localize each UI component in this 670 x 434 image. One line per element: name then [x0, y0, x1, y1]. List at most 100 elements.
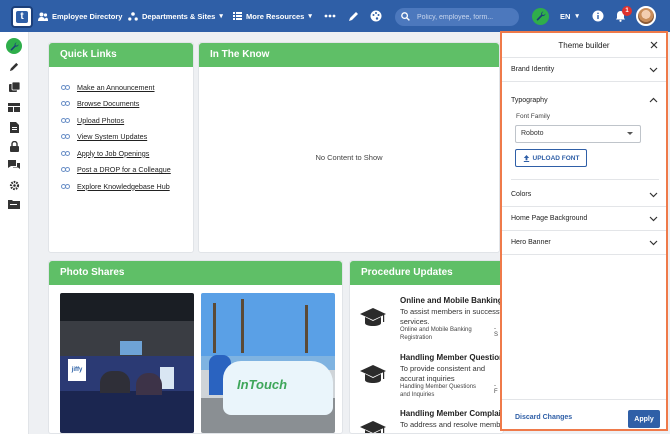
card-title: Quick Links — [49, 43, 193, 67]
gear-icon[interactable] — [7, 178, 21, 192]
chevron-down-icon: ▾ — [575, 13, 579, 20]
section-label: Colors — [511, 191, 532, 198]
quick-link[interactable]: Make an Announcement — [77, 83, 155, 92]
photo-thumbnail[interactable]: jiffy — [60, 293, 194, 433]
more-icon[interactable] — [322, 8, 338, 24]
list-icon — [233, 12, 242, 20]
in-the-know-card: In The Know No Content to Show — [198, 42, 500, 253]
document-icon[interactable] — [7, 120, 21, 134]
list-item[interactable]: Browse Documents — [61, 96, 193, 113]
quick-link[interactable]: Explore Knowledgebase Hub — [77, 182, 170, 191]
nav-label: Departments & Sites — [142, 11, 216, 21]
font-family-select[interactable]: Roboto — [515, 125, 641, 143]
procedure-meta-suffix: - F — [494, 383, 498, 395]
language-selector[interactable]: EN ▾ — [560, 0, 579, 32]
quick-link[interactable]: Post a DROP for a Colleague — [77, 165, 171, 174]
procedure-updates-card: Procedure Updates Online and Mobile Bank… — [349, 260, 504, 434]
wrench-icon[interactable] — [6, 38, 22, 54]
chat-icon[interactable] — [7, 158, 21, 172]
list-item[interactable]: View System Updates — [61, 129, 193, 146]
search-icon — [401, 11, 410, 23]
wrench-icon — [536, 11, 546, 23]
photo-shares-card: Photo Shares jiffy InTouch — [48, 260, 343, 434]
list-item[interactable]: Post a DROP for a Colleague — [61, 162, 193, 179]
link-icon — [61, 99, 70, 108]
section-brand-identity[interactable]: Brand Identity — [502, 57, 666, 82]
info-icon[interactable] — [590, 8, 606, 24]
procedure-description: To address and resolve member — [400, 420, 504, 429]
apply-button[interactable]: Apply — [628, 410, 660, 428]
list-item[interactable]: Make an Announcement — [61, 79, 193, 96]
photo-palm — [305, 305, 308, 353]
list-item[interactable]: Apply to Job Openings — [61, 145, 193, 162]
quick-link[interactable]: View System Updates — [77, 132, 147, 141]
left-rail — [0, 32, 29, 434]
nav-employee-directory[interactable]: Employee Directory — [38, 0, 122, 32]
photo-person — [136, 373, 162, 395]
section-label: Hero Banner — [511, 239, 551, 246]
font-family-label: Font Family — [516, 113, 550, 120]
pencil-icon[interactable] — [345, 8, 361, 24]
upload-font-button[interactable]: UPLOAD FONT — [515, 149, 587, 167]
card-title: Procedure Updates — [350, 261, 503, 285]
section-colors[interactable]: Colors — [502, 183, 666, 207]
chevron-down-icon: ▾ — [219, 13, 223, 20]
photo-palm — [241, 299, 244, 353]
photo-car: InTouch — [223, 361, 333, 415]
photo-banner — [120, 341, 142, 355]
lock-icon[interactable] — [7, 139, 21, 153]
link-icon — [61, 165, 70, 174]
procedure-description: To provide consistent and accurat inquir… — [400, 364, 486, 383]
photo-sign-text: InTouch — [237, 377, 288, 392]
nav-label: Employee Directory — [52, 11, 123, 21]
procedure-meta: Handling Member Questions and Inquiries — [400, 384, 477, 398]
quick-link[interactable]: Browse Documents — [77, 99, 139, 108]
divider — [502, 399, 666, 400]
nav-more-resources[interactable]: More Resources ▾ — [233, 0, 312, 32]
layout-icon[interactable] — [7, 100, 21, 114]
theme-builder-panel: Theme builder Brand Identity Typography … — [500, 31, 668, 431]
section-label: Typography — [511, 96, 548, 104]
discard-changes-button[interactable]: Discard Changes — [515, 414, 572, 421]
nav-departments-sites[interactable]: Departments & Sites ▾ — [128, 0, 223, 32]
photo-sign-text: jiffy — [68, 359, 86, 381]
section-label: Home Page Background — [511, 215, 588, 222]
search-box[interactable] — [395, 8, 519, 26]
theme-builder-toggle[interactable] — [532, 8, 549, 25]
close-icon[interactable] — [648, 39, 660, 51]
section-typography[interactable]: Typography — [502, 89, 666, 111]
link-icon — [61, 83, 70, 92]
list-item[interactable]: Explore Knowledgebase Hub — [61, 178, 193, 195]
procedure-title[interactable]: Handling Member Questions — [400, 353, 503, 362]
photo-thumbnail[interactable]: InTouch — [201, 293, 335, 433]
procedure-title[interactable]: Handling Member Complaints — [400, 409, 503, 418]
card-title: In The Know — [199, 43, 499, 67]
link-icon — [61, 149, 70, 158]
chevron-down-icon — [649, 216, 658, 222]
app-logo[interactable]: t — [11, 6, 33, 28]
avatar[interactable] — [636, 6, 656, 26]
list-item[interactable]: Upload Photos — [61, 112, 193, 129]
procedure-meta: Online and Mobile Banking Registration — [400, 327, 472, 341]
chevron-down-icon: ▾ — [308, 13, 312, 20]
graduation-cap-icon — [360, 365, 386, 383]
chevron-down-icon — [649, 67, 658, 73]
link-icon — [61, 116, 70, 125]
folder-icon[interactable] — [7, 197, 21, 211]
copy-plus-icon[interactable] — [7, 80, 21, 94]
search-input[interactable] — [417, 13, 507, 21]
upload-font-label: UPLOAD FONT — [532, 154, 580, 162]
people-icon — [38, 12, 48, 21]
palette-icon[interactable] — [368, 8, 384, 24]
quick-links-list: Make an Announcement Browse Documents Up… — [49, 67, 193, 195]
font-family-value: Roboto — [521, 130, 544, 137]
pencil-icon[interactable] — [7, 60, 21, 74]
quick-links-card: Quick Links Make an Announcement Browse … — [48, 42, 194, 253]
section-home-page-background[interactable]: Home Page Background — [502, 207, 666, 231]
section-hero-banner[interactable]: Hero Banner — [502, 231, 666, 255]
quick-link[interactable]: Apply to Job Openings — [77, 149, 149, 158]
procedure-title[interactable]: Online and Mobile Banking R — [400, 296, 503, 305]
card-title: Photo Shares — [49, 261, 342, 285]
quick-link[interactable]: Upload Photos — [77, 116, 124, 125]
photo-banner — [160, 367, 174, 389]
